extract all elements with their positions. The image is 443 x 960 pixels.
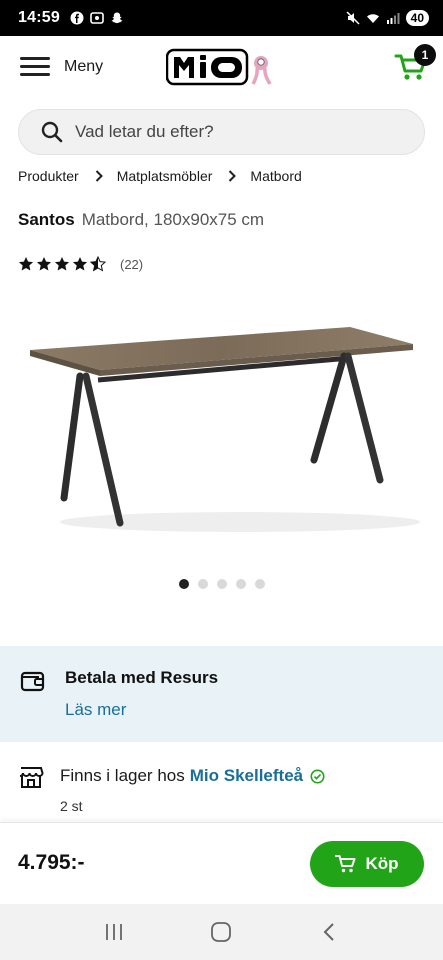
star-icon: [54, 257, 70, 271]
carousel-dot-4[interactable]: [236, 579, 246, 589]
home-button[interactable]: [201, 912, 241, 952]
breadcrumb-item-matbord[interactable]: Matbord: [250, 168, 301, 184]
image-carousel-dots: [179, 579, 265, 589]
star-icon: [72, 257, 88, 271]
half-star-icon: [90, 256, 106, 272]
stock-line: Finns i lager hos Mio Skellefteå: [60, 766, 325, 786]
menu-button[interactable]: Meny: [20, 52, 103, 81]
payment-title: Betala med Resurs: [65, 668, 219, 687]
cart-button[interactable]: 1: [394, 44, 436, 82]
product-rating[interactable]: (22): [18, 256, 143, 272]
dining-table-image: [30, 327, 420, 532]
payment-banner: Betala med Resurs Läs mer: [0, 646, 443, 742]
mute-icon: [346, 11, 360, 25]
store-link[interactable]: Mio Skellefteå: [190, 766, 303, 786]
product-image[interactable]: [20, 300, 423, 550]
read-more-link[interactable]: Läs mer: [65, 700, 126, 720]
star-icon: [18, 257, 34, 271]
hamburger-icon: [20, 52, 50, 81]
wifi-icon: [366, 14, 379, 23]
product-price: 4.795:-: [18, 851, 85, 874]
screenshot-icon: [90, 12, 104, 24]
menu-label: Meny: [64, 57, 104, 75]
cart-icon: [335, 855, 356, 873]
site-header: Meny 1: [0, 36, 443, 100]
home-icon: [211, 922, 232, 942]
snapchat-icon: [111, 12, 123, 24]
rating-stars: [18, 256, 106, 272]
battery-indicator: 40: [405, 10, 429, 26]
mio-logo[interactable]: [166, 48, 276, 86]
review-count: (22): [120, 256, 144, 272]
mio-logo-mark: [166, 48, 272, 86]
wallet-icon: [20, 671, 45, 692]
chevron-right-icon: [228, 170, 237, 182]
back-button[interactable]: [309, 912, 349, 952]
facebook-icon: [70, 11, 84, 25]
carousel-dot-5[interactable]: [255, 579, 265, 589]
back-icon: [323, 923, 334, 941]
search-bar[interactable]: [18, 109, 425, 155]
product-brand: Santos: [18, 210, 75, 229]
recent-apps-button[interactable]: [94, 912, 134, 952]
system-navigation-bar: [0, 904, 443, 960]
carousel-dot-3[interactable]: [217, 579, 227, 589]
status-time: 14:59: [18, 9, 60, 26]
buy-button-label: Köp: [365, 854, 399, 873]
product-title: Santos Matbord, 180x90x75 cm: [18, 210, 264, 230]
store-icon: [19, 767, 44, 788]
star-icon: [36, 257, 52, 271]
search-input[interactable]: [75, 122, 395, 142]
product-description: Matbord, 180x90x75 cm: [81, 210, 265, 229]
carousel-dot-2[interactable]: [198, 579, 208, 589]
stock-quantity: 2 st: [60, 798, 83, 814]
stock-text: Finns i lager hos: [60, 766, 185, 785]
search-icon: [41, 121, 63, 143]
breadcrumb-item-matplatsmobler[interactable]: Matplatsmöbler: [117, 168, 213, 184]
chevron-right-icon: [95, 170, 103, 182]
status-bar: 14:59 40: [0, 0, 443, 36]
carousel-dot-1[interactable]: [179, 579, 189, 589]
buy-button[interactable]: Köp: [310, 841, 424, 887]
notification-icons: [70, 11, 124, 25]
cart-count-badge: 1: [414, 44, 436, 66]
breadcrumb: Produkter Matplatsmöbler Matbord: [18, 168, 302, 184]
check-circle-icon: [310, 769, 325, 784]
system-icons: 40: [346, 10, 429, 26]
purchase-bar: 4.795:- Köp: [0, 822, 443, 904]
recent-apps-icon: [105, 924, 122, 940]
breadcrumb-item-produkter[interactable]: Produkter: [18, 168, 79, 184]
signal-icon: [386, 13, 400, 24]
